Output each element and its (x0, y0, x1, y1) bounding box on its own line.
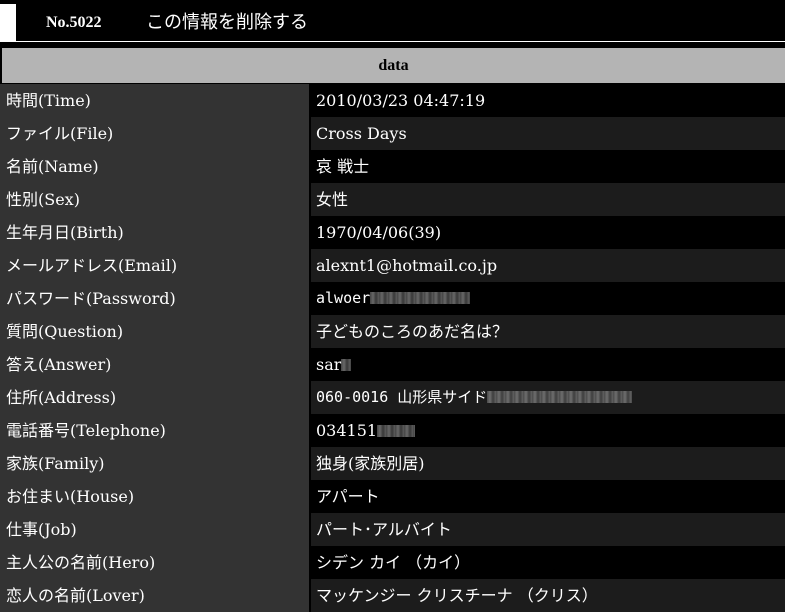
lover-value: マッケンジー クリスチーナ （クリス） (316, 586, 598, 605)
pixelated-redaction (487, 390, 633, 403)
row-value-family: 独身(家族別居) (311, 447, 785, 480)
row-value-lover: マッケンジー クリスチーナ （クリス） (311, 579, 785, 612)
entry-number: No.5022 (46, 14, 102, 31)
table-row: 答え(Answer) sar (0, 348, 785, 381)
row-label-time: 時間(Time) (0, 84, 309, 117)
telephone-value: 034151 (316, 421, 378, 440)
row-label-email: メールアドレス(Email) (0, 249, 309, 282)
hero-value: シデン カイ （カイ） (316, 553, 471, 572)
password-value: alwoer (316, 289, 371, 307)
answer-value: sar (316, 355, 342, 374)
row-label-birth: 生年月日(Birth) (0, 216, 309, 249)
time-value: 2010/03/23 04:47:19 (316, 91, 486, 110)
table-row: ファイル(File) Cross Days (0, 117, 785, 150)
house-value: アパート (316, 487, 380, 506)
row-value-address: 060-0016 山形県サイド (311, 381, 785, 414)
pixelated-redaction (377, 424, 416, 437)
file-value: Cross Days (316, 124, 407, 143)
row-label-address: 住所(Address) (0, 381, 309, 414)
row-label-house: お住まい(House) (0, 480, 309, 513)
row-value-file: Cross Days (311, 117, 785, 150)
row-value-name: 哀 戦士 (311, 150, 785, 183)
row-label-file: ファイル(File) (0, 117, 309, 150)
table-row: メールアドレス(Email) alexnt1@hotmail.co.jp (0, 249, 785, 282)
row-value-telephone: 034151 (311, 414, 785, 447)
table-row: 時間(Time) 2010/03/23 04:47:19 (0, 84, 785, 117)
row-value-hero: シデン カイ （カイ） (311, 546, 785, 579)
table-row: 主人公の名前(Hero) シデン カイ （カイ） (0, 546, 785, 579)
pixelated-redaction (341, 358, 352, 371)
table-row: 名前(Name) 哀 戦士 (0, 150, 785, 183)
table-row: 恋人の名前(Lover) マッケンジー クリスチーナ （クリス） (0, 579, 785, 612)
pixelated-redaction (370, 291, 471, 304)
row-value-password: alwoer (311, 282, 785, 315)
email-value: alexnt1@hotmail.co.jp (316, 256, 498, 275)
question-value: 子どものころのあだ名は？ (316, 322, 509, 341)
row-label-question: 質問(Question) (0, 315, 309, 348)
delete-entry-link[interactable]: この情報を削除する (146, 11, 308, 35)
header-divider (0, 41, 785, 42)
row-label-answer: 答え(Answer) (0, 348, 309, 381)
data-table: 時間(Time) 2010/03/23 04:47:19 ファイル(File) … (0, 84, 785, 612)
row-label-family: 家族(Family) (0, 447, 309, 480)
row-label-job: 仕事(Job) (0, 513, 309, 546)
row-value-job: パート･アルバイト (311, 513, 785, 546)
job-value: パート･アルバイト (316, 520, 452, 539)
row-label-name: 名前(Name) (0, 150, 309, 183)
row-value-email: alexnt1@hotmail.co.jp (311, 249, 785, 282)
birth-value: 1970/04/06(39) (316, 223, 442, 242)
page-header: No.5022 この情報を削除する (0, 0, 785, 42)
table-row: お住まい(House) アパート (0, 480, 785, 513)
table-row: 性別(Sex) 女性 (0, 183, 785, 216)
row-label-password: パスワード(Password) (0, 282, 309, 315)
name-value: 哀 戦士 (316, 157, 370, 176)
row-label-hero: 主人公の名前(Hero) (0, 546, 309, 579)
header-accent-bar (0, 4, 16, 41)
table-row: 質問(Question) 子どものころのあだ名は？ (0, 315, 785, 348)
address-value: 060-0016 山形県サイド (316, 388, 488, 406)
row-value-answer: sar (311, 348, 785, 381)
family-value: 独身(家族別居) (316, 454, 425, 473)
table-caption: data (2, 48, 785, 83)
table-row: 電話番号(Telephone) 034151 (0, 414, 785, 447)
row-value-time: 2010/03/23 04:47:19 (311, 84, 785, 117)
table-row: 生年月日(Birth) 1970/04/06(39) (0, 216, 785, 249)
row-value-birth: 1970/04/06(39) (311, 216, 785, 249)
table-row: パスワード(Password) alwoer (0, 282, 785, 315)
row-label-lover: 恋人の名前(Lover) (0, 579, 309, 612)
table-row: 家族(Family) 独身(家族別居) (0, 447, 785, 480)
sex-value: 女性 (316, 190, 349, 209)
table-row: 仕事(Job) パート･アルバイト (0, 513, 785, 546)
row-label-telephone: 電話番号(Telephone) (0, 414, 309, 447)
table-row: 住所(Address) 060-0016 山形県サイド (0, 381, 785, 414)
row-label-sex: 性別(Sex) (0, 183, 309, 216)
row-value-house: アパート (311, 480, 785, 513)
row-value-question: 子どものころのあだ名は？ (311, 315, 785, 348)
row-value-sex: 女性 (311, 183, 785, 216)
